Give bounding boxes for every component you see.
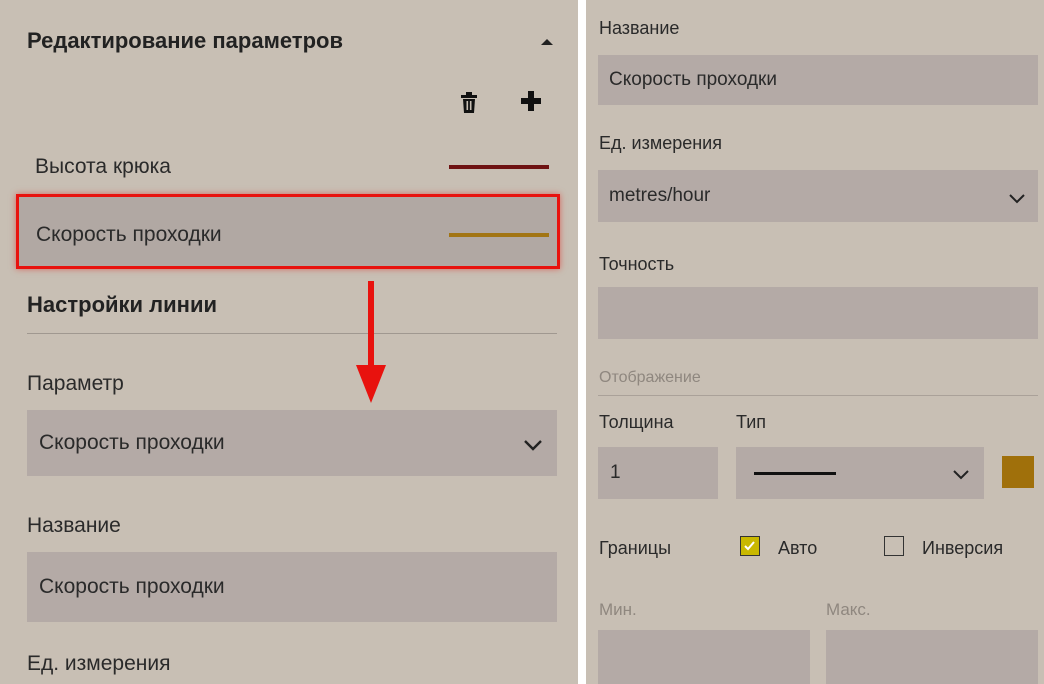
bounds-label: Границы bbox=[599, 538, 671, 558]
thickness-label: Толщина bbox=[599, 412, 674, 432]
annotation-arrow bbox=[354, 281, 388, 410]
precision-label: Точность bbox=[599, 254, 675, 274]
name-label: Название bbox=[599, 18, 680, 38]
thickness-value: 1 bbox=[610, 462, 621, 483]
section-title: Редактирование параметров bbox=[27, 28, 343, 53]
chevron-down-icon bbox=[523, 438, 543, 456]
display-section-label: Отображение bbox=[599, 369, 701, 386]
param-label: Высота крюка bbox=[35, 155, 171, 178]
divider bbox=[27, 333, 557, 334]
line-settings-title: Настройки линии bbox=[27, 292, 218, 317]
max-input[interactable] bbox=[826, 630, 1038, 684]
type-label: Тип bbox=[736, 412, 767, 432]
chevron-down-icon bbox=[952, 467, 970, 485]
line-style-preview bbox=[754, 472, 836, 475]
parameter-value: Скорость проходки bbox=[39, 431, 225, 454]
name-value: Скорость проходки bbox=[609, 69, 777, 90]
trash-icon[interactable] bbox=[460, 92, 478, 119]
line-type-select[interactable] bbox=[736, 447, 984, 499]
min-label: Мин. bbox=[599, 600, 637, 619]
chevron-down-icon bbox=[1008, 191, 1026, 209]
param-label: Скорость проходки bbox=[36, 223, 222, 246]
parameter-editor-panel: Редактирование параметров Высота крюка С… bbox=[0, 0, 578, 684]
precision-input[interactable] bbox=[598, 287, 1038, 339]
param-line-color bbox=[449, 233, 549, 237]
name-label: Название bbox=[27, 514, 121, 537]
line-color-swatch[interactable] bbox=[1002, 456, 1034, 488]
param-item-drilling-speed-selected[interactable]: Скорость проходки bbox=[16, 194, 560, 269]
max-label: Макс. bbox=[826, 600, 871, 619]
inversion-label: Инверсия bbox=[922, 538, 1004, 558]
min-input[interactable] bbox=[598, 630, 810, 684]
line-settings-panel: Название Скорость проходки Ед. измерения… bbox=[586, 0, 1044, 684]
plus-icon[interactable] bbox=[520, 90, 542, 117]
auto-label: Авто bbox=[778, 538, 818, 558]
divider bbox=[598, 395, 1038, 396]
collapse-icon[interactable] bbox=[540, 34, 554, 52]
param-item-hook-height[interactable]: Высота крюка bbox=[27, 146, 557, 190]
name-value: Скорость проходки bbox=[39, 575, 225, 598]
auto-checkbox[interactable] bbox=[740, 536, 760, 556]
param-line-color bbox=[449, 165, 549, 169]
thickness-input[interactable]: 1 bbox=[598, 447, 718, 499]
name-input[interactable]: Скорость проходки bbox=[598, 55, 1038, 105]
parameter-label: Параметр bbox=[27, 372, 124, 395]
unit-value: metres/hour bbox=[609, 185, 711, 206]
unit-select[interactable]: metres/hour bbox=[598, 170, 1038, 222]
checkmark-icon bbox=[744, 541, 755, 551]
unit-label: Ед. измерения bbox=[599, 133, 722, 153]
parameter-select[interactable]: Скорость проходки bbox=[27, 410, 557, 476]
name-input[interactable]: Скорость проходки bbox=[27, 552, 557, 622]
unit-label: Ед. измерения bbox=[27, 652, 171, 675]
inversion-checkbox[interactable] bbox=[884, 536, 904, 556]
